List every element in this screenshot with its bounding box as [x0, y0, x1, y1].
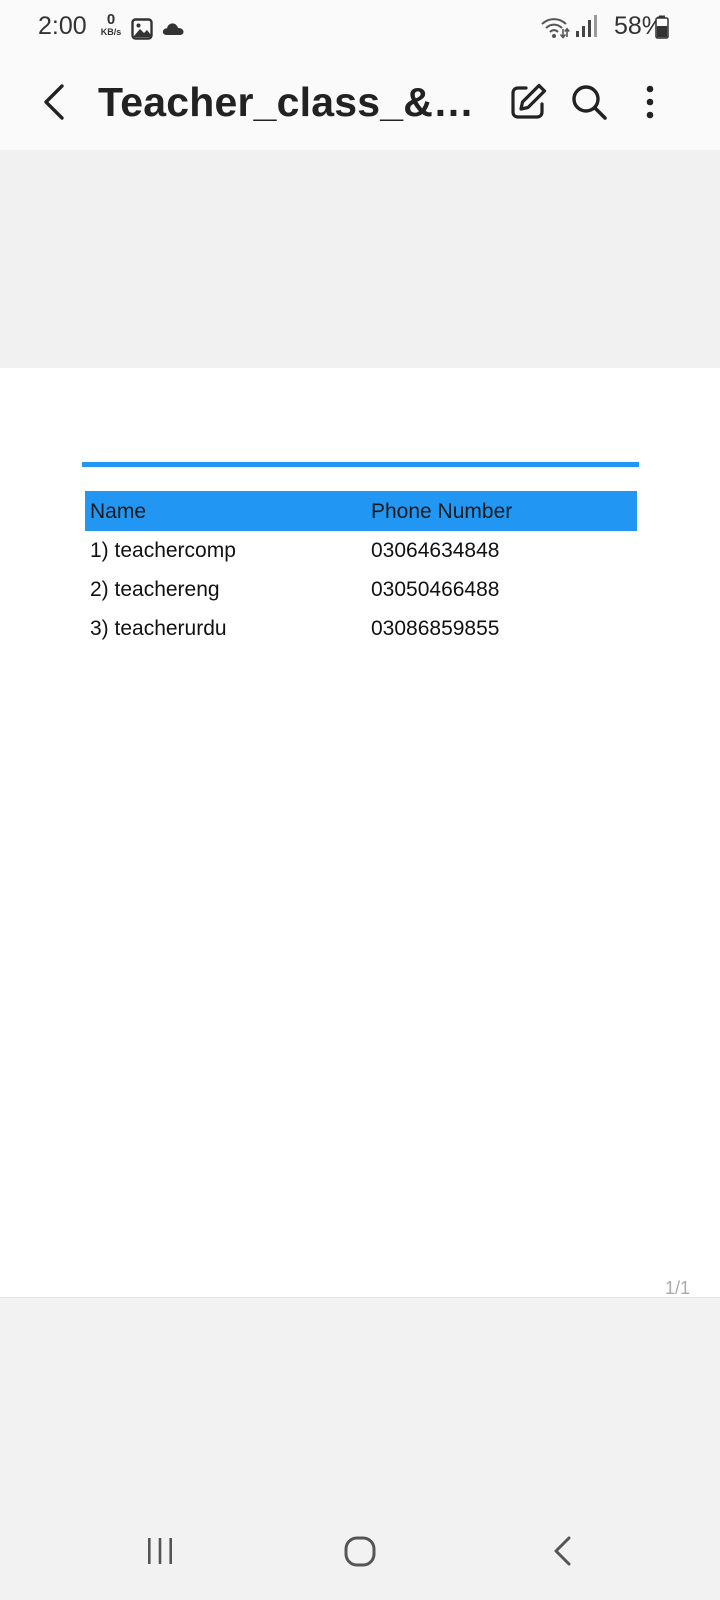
- edit-button[interactable]: [506, 80, 550, 124]
- table-row: 2) teachereng 03050466488: [85, 570, 637, 609]
- document-top-margin: [0, 150, 720, 368]
- table-row: 1) teachercomp 03064634848: [85, 531, 637, 570]
- wifi-icon: [541, 18, 570, 39]
- status-bar: 2:00 0 KB/s 58%: [0, 0, 720, 54]
- back-icon: [554, 1536, 571, 1566]
- system-back-button[interactable]: [533, 1530, 593, 1574]
- cloud-icon: [162, 23, 184, 35]
- screen: 2:00 0 KB/s 58% Teacher_class_&_s Name P…: [0, 0, 720, 1600]
- table-row: 3) teacherurdu 03086859855: [85, 609, 637, 648]
- more-vert-icon: [646, 85, 654, 119]
- teacher-name: 3) teacherurdu: [90, 617, 227, 640]
- page-indicator: 1/1: [664, 1278, 690, 1298]
- search-button[interactable]: [567, 80, 611, 124]
- phone-number: 03086859855: [371, 617, 500, 640]
- phone-number: 03050466488: [371, 578, 500, 601]
- navigation-bar: [0, 1500, 720, 1600]
- phone-number: 03064634848: [371, 539, 500, 562]
- battery-icon: [655, 15, 669, 39]
- status-time: 2:00: [38, 12, 87, 40]
- signal-icon: [576, 15, 597, 37]
- edit-icon: [511, 83, 547, 119]
- chevron-left-icon: [44, 84, 64, 120]
- contact-table: Name Phone Number 1) teachercomp 0306463…: [85, 491, 637, 648]
- network-speed-unit: KB/s: [100, 27, 122, 37]
- network-speed-value: 0: [106, 11, 116, 28]
- search-icon: [572, 85, 607, 120]
- recent-apps-icon: [148, 1538, 172, 1564]
- home-button[interactable]: [330, 1530, 390, 1574]
- network-speed: 0 KB/s: [96, 12, 126, 37]
- app-bar: Teacher_class_&_su...: [0, 54, 720, 150]
- teacher-name: 2) teachereng: [90, 578, 220, 601]
- document-page[interactable]: Name Phone Number 1) teachercomp 0306463…: [0, 368, 720, 1298]
- column-header-phone: Phone Number: [371, 500, 513, 523]
- header-rule: [82, 462, 639, 467]
- column-header-name: Name: [90, 500, 147, 523]
- more-options-button[interactable]: [628, 80, 672, 124]
- gallery-notification-icon: [131, 18, 153, 40]
- home-icon: [344, 1536, 376, 1567]
- document-title: Teacher_class_&_su...: [98, 79, 493, 125]
- back-button[interactable]: [36, 80, 76, 124]
- table-header: Name Phone Number: [85, 491, 637, 531]
- recent-apps-button[interactable]: [130, 1530, 190, 1574]
- teacher-name: 1) teachercomp: [90, 539, 236, 562]
